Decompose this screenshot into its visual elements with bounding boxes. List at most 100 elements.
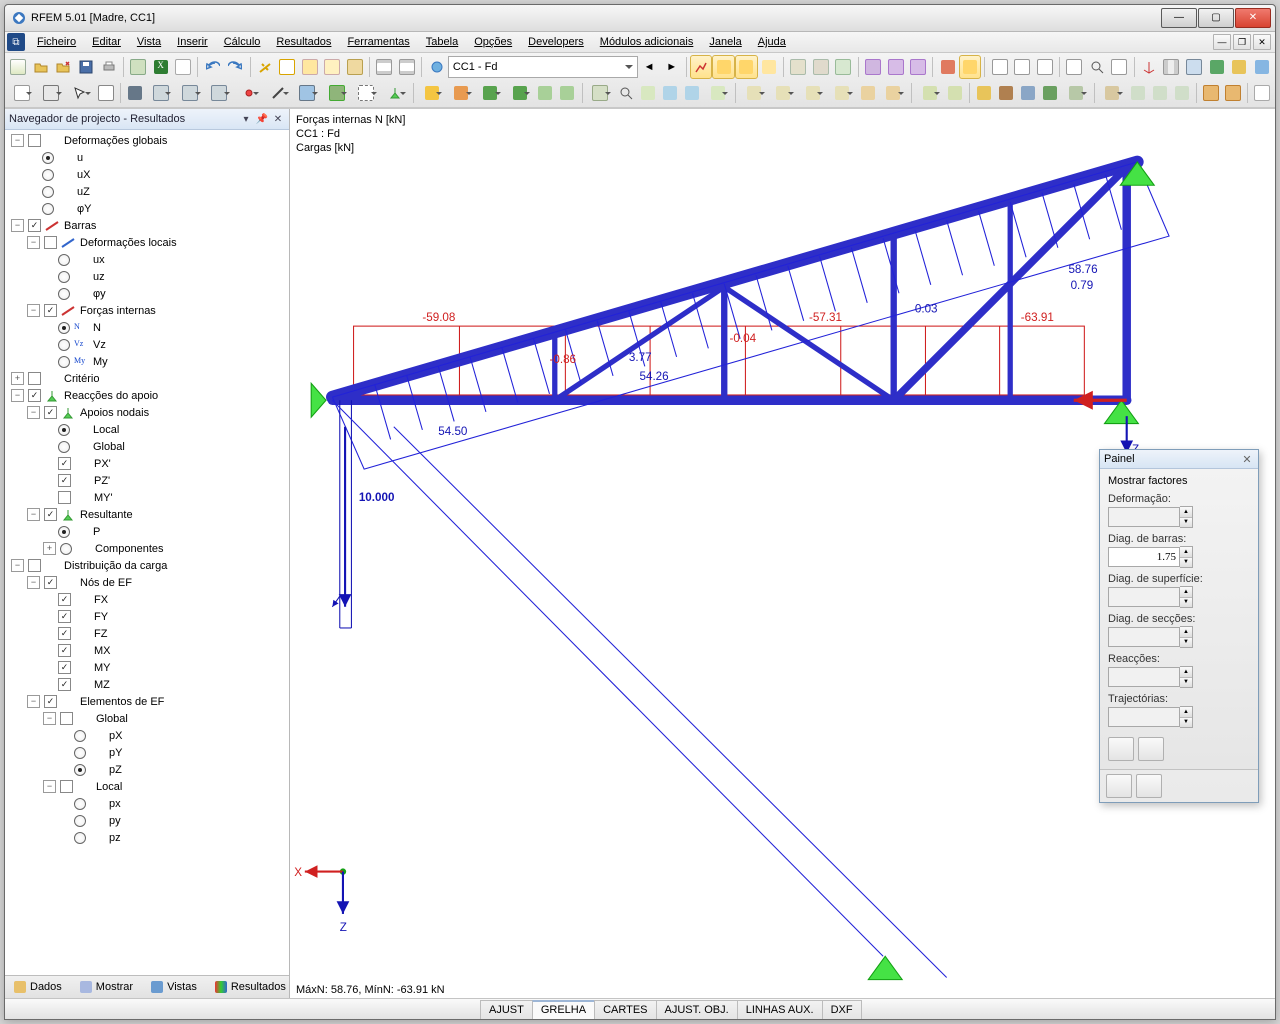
panel-btn-list[interactable] xyxy=(1138,737,1164,761)
member-dd3[interactable] xyxy=(205,81,234,105)
tool2-f[interactable] xyxy=(703,81,732,105)
misc-2[interactable] xyxy=(995,81,1017,105)
tool2-d[interactable] xyxy=(659,81,681,105)
tool-results-iso[interactable] xyxy=(758,55,781,79)
tool-purple1[interactable] xyxy=(862,55,885,79)
table-btn1[interactable] xyxy=(1200,81,1222,105)
surface-dd[interactable] xyxy=(293,81,322,105)
beam-tool[interactable] xyxy=(124,81,146,105)
tool-grid[interactable] xyxy=(1160,55,1183,79)
tool-section[interactable] xyxy=(988,55,1011,79)
dock-menu-icon[interactable]: ▾ xyxy=(239,112,253,126)
tool-close-doc[interactable] xyxy=(52,55,75,79)
nav-tab-mostrar[interactable]: Mostrar xyxy=(73,978,140,996)
menu-calculo[interactable]: Cálculo xyxy=(216,34,269,50)
tool2-a[interactable] xyxy=(585,81,614,105)
minimize-button[interactable]: — xyxy=(1161,8,1197,28)
tool-section-edit[interactable] xyxy=(1034,55,1057,79)
tool-list2[interactable] xyxy=(396,55,419,79)
cursor-mode[interactable] xyxy=(66,81,95,105)
menu-developers[interactable]: Developers xyxy=(520,34,592,50)
tool-axes[interactable] xyxy=(1138,55,1161,79)
tool-calc[interactable] xyxy=(253,55,276,79)
tool-view-move[interactable] xyxy=(1063,55,1086,79)
spin-traj[interactable]: ▲▼ xyxy=(1108,707,1250,727)
menu-ficheiro[interactable]: Ficheiro xyxy=(29,34,84,50)
status-tab-cartes[interactable]: CARTES xyxy=(594,1000,656,1019)
spin-sec[interactable]: ▲▼ xyxy=(1108,627,1250,647)
load-dd1[interactable] xyxy=(417,81,446,105)
view-t2[interactable] xyxy=(1127,81,1149,105)
menu-editar[interactable]: Editar xyxy=(84,34,129,50)
tool-r1a[interactable] xyxy=(787,55,810,79)
tool-print[interactable] xyxy=(97,55,120,79)
tool2-b[interactable] xyxy=(615,81,637,105)
tool-new[interactable] xyxy=(7,55,30,79)
misc-1[interactable] xyxy=(973,81,995,105)
panel-footer-btn2[interactable] xyxy=(1136,774,1162,798)
tool-win[interactable] xyxy=(344,55,367,79)
model-viewport[interactable]: Forças internas N [kN] CC1 : Fd Cargas [… xyxy=(290,109,1275,998)
sel-point[interactable] xyxy=(95,81,117,105)
load-t2[interactable] xyxy=(556,81,578,105)
nav-tab-vistas[interactable]: Vistas xyxy=(144,978,204,996)
panel-close-icon[interactable]: ✕ xyxy=(1240,452,1254,466)
load-dd3[interactable] xyxy=(476,81,505,105)
tool-sel[interactable] xyxy=(959,55,982,79)
menu-vista[interactable]: Vista xyxy=(129,34,169,50)
tool-section-list[interactable] xyxy=(1011,55,1034,79)
tool-view-rot[interactable] xyxy=(1108,55,1131,79)
view-mode[interactable] xyxy=(7,81,36,105)
dim-dd[interactable] xyxy=(915,81,944,105)
mdi-restore[interactable]: ❐ xyxy=(1233,34,1251,50)
tool-report[interactable] xyxy=(172,55,195,79)
load-t1[interactable] xyxy=(534,81,556,105)
spin-reac[interactable]: ▲▼ xyxy=(1108,667,1250,687)
member-dd1[interactable] xyxy=(146,81,175,105)
menu-janela[interactable]: Janela xyxy=(701,34,749,50)
tool-calcsel[interactable] xyxy=(276,55,299,79)
tool-render[interactable] xyxy=(1183,55,1206,79)
tool-r1c[interactable] xyxy=(832,55,855,79)
tool-list1[interactable] xyxy=(373,55,396,79)
view-dd1[interactable] xyxy=(1098,81,1127,105)
tool-results-diag[interactable] xyxy=(712,55,735,79)
misc-dd[interactable] xyxy=(1061,81,1090,105)
tool-r1b[interactable] xyxy=(810,55,833,79)
render-mode[interactable] xyxy=(36,81,65,105)
maximize-button[interactable]: ▢ xyxy=(1198,8,1234,28)
tool-units[interactable] xyxy=(1205,55,1228,79)
opening-dd[interactable] xyxy=(351,81,380,105)
mdi-minimize[interactable]: — xyxy=(1213,34,1231,50)
nav-tab-dados[interactable]: Dados xyxy=(7,978,69,996)
spin-bar[interactable]: ▲▼ xyxy=(1108,547,1250,567)
tool2-e[interactable] xyxy=(681,81,703,105)
status-tab-dxf[interactable]: DXF xyxy=(822,1000,862,1019)
tool-purple3[interactable] xyxy=(907,55,930,79)
panel-header[interactable]: Painel✕ xyxy=(1100,450,1258,469)
view-t3[interactable] xyxy=(1149,81,1171,105)
close-button[interactable]: ✕ xyxy=(1235,8,1271,28)
tool-results-on[interactable] xyxy=(690,55,713,79)
line-dd[interactable] xyxy=(263,81,292,105)
geom-dd6[interactable] xyxy=(879,81,908,105)
member-dd2[interactable] xyxy=(175,81,204,105)
status-tab-ajust[interactable]: AJUST xyxy=(480,1000,533,1019)
status-tab-linhas[interactable]: LINHAS AUX. xyxy=(737,1000,823,1019)
menu-modulos[interactable]: Módulos adicionais xyxy=(592,34,702,50)
panel-btn-edit[interactable] xyxy=(1108,737,1134,761)
table-btn2[interactable] xyxy=(1222,81,1244,105)
geom-dd1[interactable] xyxy=(739,81,768,105)
tool-help[interactable] xyxy=(1250,55,1273,79)
menu-inserir[interactable]: Inserir xyxy=(169,34,216,50)
menu-opcoes[interactable]: Opções xyxy=(466,34,520,50)
tool-excel[interactable]: X xyxy=(149,55,172,79)
tool-red[interactable] xyxy=(936,55,959,79)
spin-surf[interactable]: ▲▼ xyxy=(1108,587,1250,607)
mdi-close[interactable]: ✕ xyxy=(1253,34,1271,50)
nav-tab-resultados[interactable]: Resultados xyxy=(208,978,293,996)
tool-fea[interactable] xyxy=(321,55,344,79)
misc-4[interactable] xyxy=(1039,81,1061,105)
menu-tabela[interactable]: Tabela xyxy=(418,34,466,50)
tool-results-fill[interactable] xyxy=(735,55,758,79)
